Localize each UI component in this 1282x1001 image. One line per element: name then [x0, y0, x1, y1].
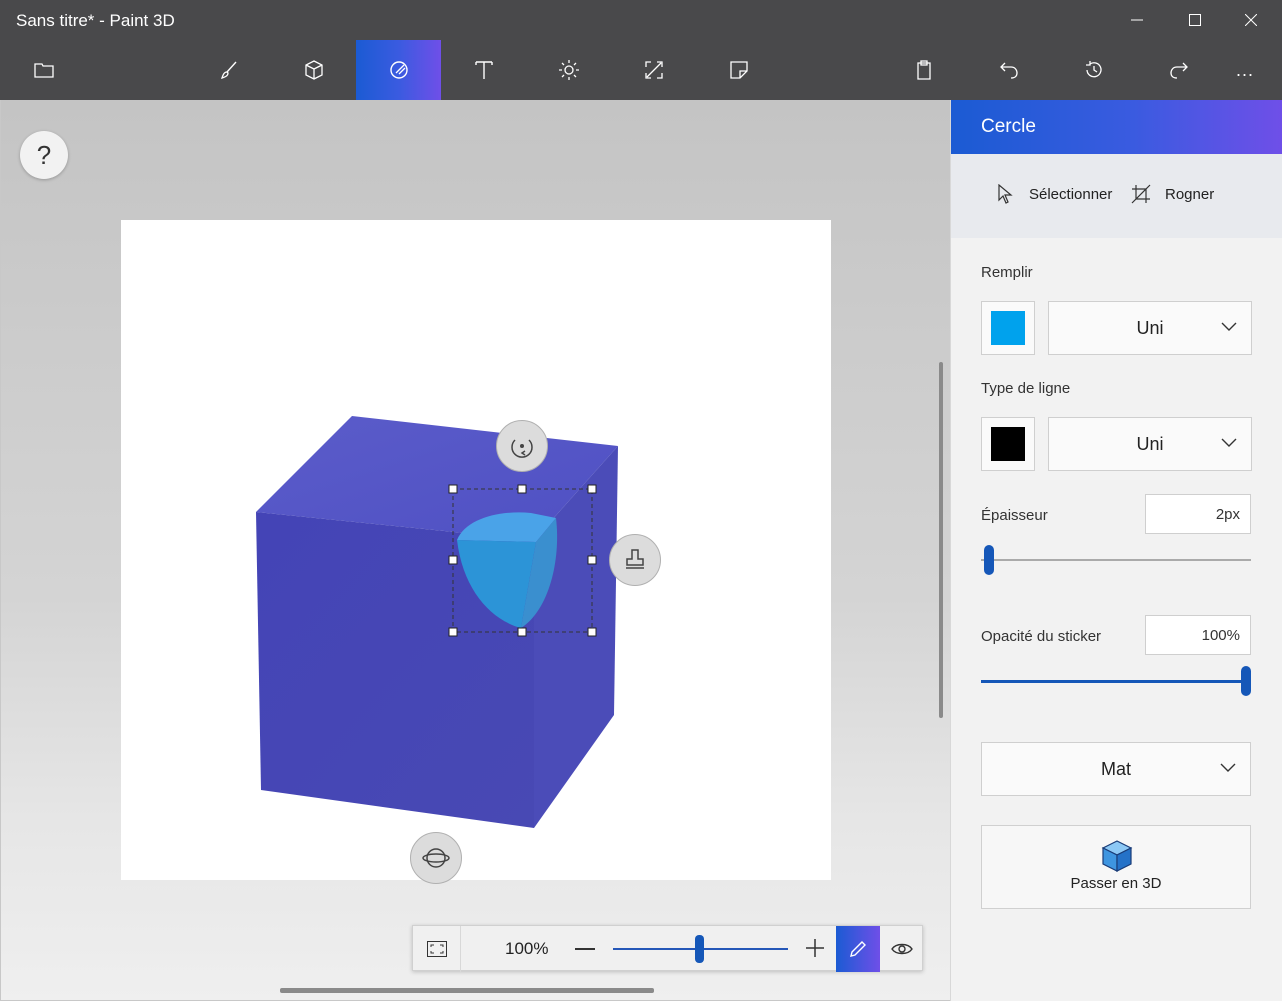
zoom-in-button[interactable] — [805, 938, 825, 958]
edit-mode-button[interactable] — [836, 926, 880, 972]
minimize-button[interactable] — [1108, 0, 1166, 40]
fill-color-button[interactable] — [981, 301, 1035, 355]
title-bar: Sans titre* - Paint 3D — [0, 0, 1282, 40]
horizontal-scrollbar[interactable] — [280, 988, 654, 993]
paste-button[interactable] — [881, 40, 966, 100]
fill-color-swatch — [991, 311, 1025, 345]
zoom-bar: 100% — [412, 925, 924, 972]
close-icon — [1245, 14, 1257, 26]
undo-button[interactable] — [966, 40, 1051, 100]
eye-icon — [891, 943, 913, 955]
crop-label: Rogner — [1165, 185, 1215, 203]
clipboard-icon — [916, 60, 931, 80]
undo-icon — [999, 62, 1018, 79]
3d-shapes-tool[interactable] — [271, 40, 356, 100]
brush-icon — [220, 61, 237, 80]
zoom-value: 100% — [505, 939, 549, 958]
panel-tools: Sélectionner Rogner — [951, 154, 1282, 238]
thickness-label: Épaisseur — [981, 507, 1048, 524]
menu-button[interactable] — [1, 40, 86, 100]
cube-icon — [304, 60, 323, 80]
fill-type-dropdown[interactable]: Uni — [1048, 301, 1252, 355]
brushes-tool[interactable] — [186, 40, 271, 100]
history-button[interactable] — [1051, 40, 1136, 100]
stickers-tool[interactable] — [696, 40, 781, 100]
fill-label: Remplir — [981, 264, 1033, 281]
fit-screen-button[interactable] — [413, 926, 461, 972]
opacity-input[interactable]: 100% — [1145, 615, 1251, 655]
finish-value: Mat — [1100, 759, 1131, 779]
resize-icon — [644, 61, 663, 79]
side-panel: Cercle Sélectionner Rogner Remplir Uni T… — [950, 100, 1282, 1001]
stamp-button[interactable] — [609, 534, 661, 586]
finish-dropdown[interactable]: Mat — [981, 742, 1251, 796]
opacity-slider-fill — [981, 680, 1246, 683]
line-color-button[interactable] — [981, 417, 1035, 471]
text-tool[interactable] — [441, 40, 526, 100]
rotate-button[interactable] — [496, 420, 548, 472]
maximize-icon — [1189, 14, 1201, 26]
fit-screen-icon — [426, 941, 447, 957]
crop-icon — [1131, 184, 1151, 204]
history-icon — [1085, 61, 1102, 78]
close-button[interactable] — [1222, 0, 1280, 40]
stamp-icon — [626, 549, 644, 569]
window-title: Sans titre* - Paint 3D — [16, 11, 175, 30]
line-type-dropdown[interactable]: Uni — [1048, 417, 1252, 471]
make-3d-label: Passer en 3D — [1070, 875, 1162, 892]
zoom-out-button[interactable] — [575, 948, 595, 950]
vertical-scrollbar[interactable] — [939, 362, 943, 718]
chevron-down-icon — [1221, 322, 1237, 331]
cube-3d-icon — [1101, 840, 1133, 872]
view-mode-button[interactable] — [880, 926, 924, 972]
shapes-icon — [389, 61, 408, 79]
line-color-swatch — [991, 427, 1025, 461]
chevron-down-icon — [1221, 438, 1237, 447]
make-3d-button[interactable]: Passer en 3D — [981, 825, 1251, 909]
line-type-label: Type de ligne — [981, 380, 1071, 397]
thickness-slider[interactable] — [981, 559, 1251, 561]
opacity-slider-thumb[interactable] — [1241, 666, 1251, 696]
effects-tool[interactable] — [526, 40, 611, 100]
select-button[interactable]: Sélectionner — [997, 184, 1112, 204]
crop-button[interactable]: Rogner — [1131, 184, 1214, 204]
maximize-button[interactable] — [1166, 0, 1224, 40]
zoom-slider-thumb[interactable] — [695, 935, 704, 963]
sticker-icon — [729, 61, 748, 79]
canvas-tool[interactable] — [611, 40, 696, 100]
thickness-slider-thumb[interactable] — [984, 545, 994, 575]
more-icon: ... — [1235, 59, 1254, 80]
panel-header: Cercle — [951, 100, 1282, 154]
scene-drawing — [256, 416, 618, 828]
orbit-button[interactable] — [410, 832, 462, 884]
cursor-icon — [998, 184, 1013, 204]
redo-icon — [1169, 62, 1188, 79]
workspace: ? 100% — [1, 100, 950, 1000]
2d-shapes-tool[interactable] — [356, 40, 441, 100]
opacity-label: Opacité du sticker — [981, 628, 1102, 645]
thickness-input[interactable]: 2px — [1145, 494, 1251, 534]
minimize-icon — [1131, 19, 1143, 21]
more-button[interactable]: ... — [1208, 40, 1282, 100]
chevron-down-icon — [1220, 763, 1236, 772]
orbit-icon — [422, 848, 450, 868]
rotate-icon — [511, 439, 533, 458]
text-icon — [474, 61, 493, 79]
select-label: Sélectionner — [1029, 185, 1113, 203]
pencil-icon — [850, 941, 866, 957]
panel-title: Cercle — [981, 116, 1036, 137]
main-toolbar: ... — [0, 40, 1282, 100]
folder-icon — [33, 63, 54, 78]
sun-icon — [558, 60, 579, 80]
